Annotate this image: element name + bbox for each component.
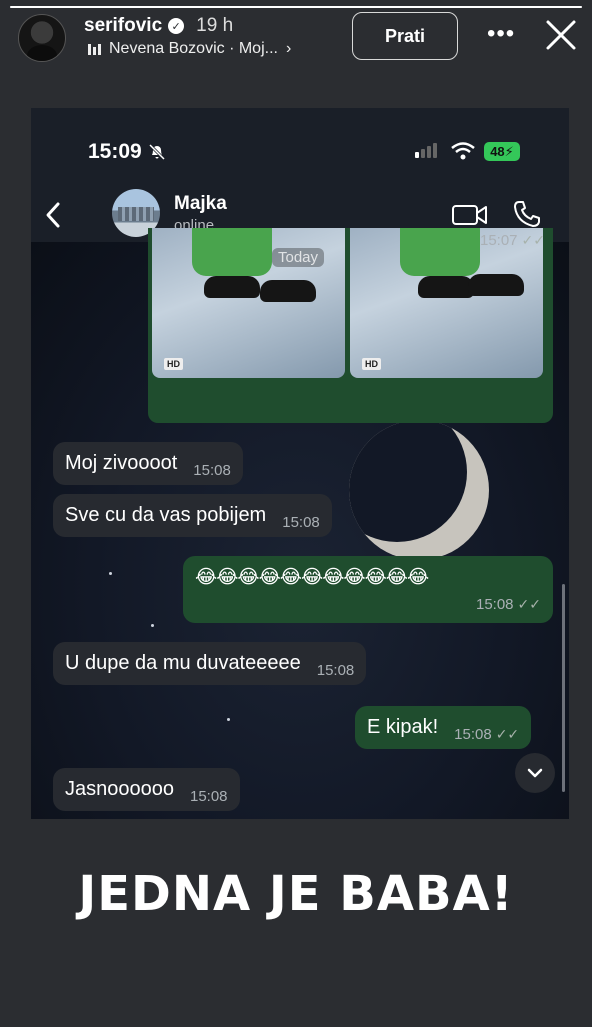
- story-caption: JEDNA JE BABA!: [78, 866, 514, 922]
- verified-badge-icon: ✓: [168, 18, 185, 34]
- phone-call-icon[interactable]: [512, 199, 542, 229]
- message-bubble[interactable]: Sve cu da vas pobijem 15:08: [53, 494, 332, 537]
- hd-badge: HD: [164, 358, 183, 370]
- scroll-to-bottom-button[interactable]: [515, 753, 555, 793]
- hd-badge: HD: [362, 358, 381, 370]
- message-time: 15:07 ✓✓: [479, 232, 545, 249]
- message-text: U dupe da mu duvateeeee: [65, 652, 301, 674]
- chevron-right-icon: ›: [285, 40, 292, 57]
- scrollbar[interactable]: [562, 584, 565, 792]
- message-time: 15:08: [189, 788, 228, 805]
- username[interactable]: serifovic: [84, 15, 162, 37]
- cell-signal-icon: [415, 142, 437, 158]
- wifi-icon: [451, 142, 475, 160]
- date-chip: Today: [272, 248, 325, 267]
- video-call-icon[interactable]: [451, 202, 489, 228]
- message-text: E kipak!: [367, 716, 439, 738]
- message-time: 15:08: [282, 514, 320, 531]
- bell-muted-icon: [148, 143, 165, 161]
- battery-indicator: 48 ⚡: [484, 142, 520, 161]
- message-time: 15:08: [193, 462, 231, 479]
- story-username-row[interactable]: serifovic ✓ 19 h: [84, 15, 233, 37]
- contact-name[interactable]: Majka: [174, 193, 227, 215]
- moon-image: [349, 420, 489, 560]
- message-text: 😂😂😂😂😂😂😂😂😂😂😂: [195, 566, 429, 588]
- message-text: Moj zivoooot: [65, 452, 178, 474]
- message-time: 15:08: [316, 662, 355, 679]
- music-label: Nevena Bozovic · Moj...: [109, 40, 278, 57]
- chevron-down-icon: [527, 768, 543, 778]
- story-progress-bar: [10, 6, 582, 8]
- story-time: 19 h: [196, 15, 234, 36]
- music-attribution[interactable]: Nevena Bozovic · Moj... ›: [88, 40, 291, 58]
- back-icon[interactable]: [43, 200, 63, 230]
- message-text: Jasnoooooo: [65, 778, 174, 800]
- music-bars-icon: [88, 43, 101, 55]
- follow-button[interactable]: Prati: [352, 12, 458, 60]
- close-icon[interactable]: [544, 18, 578, 52]
- message-bubble[interactable]: Jasnoooooo 15:08: [53, 768, 240, 811]
- chat-screenshot: 15:09 48 ⚡ Majka online HD HD Today 15:0…: [31, 108, 569, 819]
- story-header: serifovic ✓ 19 h Nevena Bozovic · Moj...…: [0, 10, 592, 66]
- read-ticks-icon: ✓✓: [517, 596, 541, 612]
- charging-icon: ⚡: [504, 143, 514, 159]
- message-time: 15:08 ✓✓: [454, 726, 520, 743]
- more-options-icon[interactable]: •••: [487, 22, 515, 46]
- clock: 15:09: [88, 140, 166, 164]
- message-bubble[interactable]: E kipak! 15:08 ✓✓: [355, 706, 532, 749]
- message-bubble[interactable]: U dupe da mu duvateeeee 15:08: [53, 642, 367, 685]
- avatar[interactable]: [18, 14, 66, 62]
- message-bubble[interactable]: 😂😂😂😂😂😂😂😂😂😂😂 15:08 ✓✓: [183, 556, 553, 623]
- media-message[interactable]: HD HD Today 15:07 ✓✓: [148, 228, 553, 423]
- read-ticks-icon: ✓✓: [521, 232, 545, 248]
- status-bar: 15:09 48 ⚡: [31, 108, 569, 188]
- message-text: Sve cu da vas pobijem: [65, 504, 267, 526]
- message-time: 15:08 ✓✓: [475, 596, 541, 613]
- message-bubble[interactable]: Moj zivoooot 15:08: [53, 442, 243, 485]
- read-ticks-icon: ✓✓: [495, 726, 520, 742]
